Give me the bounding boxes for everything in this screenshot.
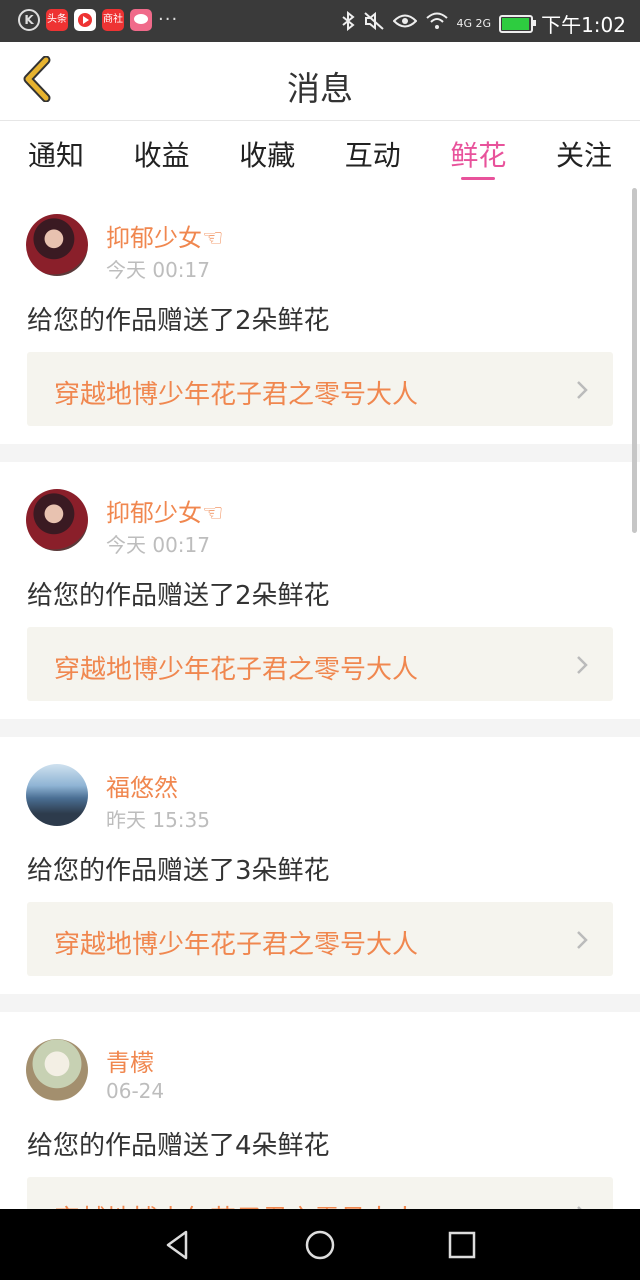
message-text: 给您的作品赠送了2朵鲜花: [27, 581, 330, 611]
message-text: 给您的作品赠送了2朵鲜花: [27, 306, 330, 336]
avatar[interactable]: [26, 764, 88, 826]
status-bar: K 头条 商社 ··· 4G 2G 下午1:02: [0, 0, 640, 42]
home-circle-icon[interactable]: [302, 1227, 338, 1263]
avatar[interactable]: [26, 1039, 88, 1101]
message-time: 06-24: [106, 1079, 165, 1103]
wifi-icon: [425, 12, 449, 35]
more-notifications-icon: ···: [158, 9, 179, 30]
user-name[interactable]: 青檬: [106, 1043, 154, 1078]
avatar[interactable]: [26, 489, 88, 551]
chevron-right-icon: [577, 931, 588, 949]
navigation-bar: [0, 1209, 640, 1280]
message-time: 昨天 15:35: [106, 808, 210, 832]
tab-earnings[interactable]: 收益: [134, 121, 190, 187]
message-time: 今天 00:17: [106, 258, 210, 282]
message-text: 给您的作品赠送了3朵鲜花: [27, 856, 330, 886]
work-title: 穿越地博少年花子君之零号大人: [54, 655, 419, 685]
user-name[interactable]: 福悠然: [106, 768, 178, 803]
tab-interactions[interactable]: 互动: [345, 121, 401, 187]
work-link[interactable]: 穿越地博少年花子君之零号大人: [27, 902, 613, 976]
page-title: 消息: [287, 69, 353, 108]
message-card: 福悠然 昨天 15:35 给您的作品赠送了3朵鲜花 穿越地博少年花子君之零号大人: [0, 737, 640, 994]
status-time: 下午1:02: [541, 13, 626, 37]
message-app-icon: [130, 9, 152, 31]
message-card: 青檬 06-24 给您的作品赠送了4朵鲜花 穿越地博少年花子君之零号大人: [0, 1012, 640, 1209]
tab-bar: 通知 收益 收藏 互动 鲜花 关注: [0, 121, 640, 187]
toutiao-app-icon: 头条: [46, 9, 68, 31]
avatar[interactable]: [26, 214, 88, 276]
recents-square-icon[interactable]: [444, 1227, 480, 1263]
shop-app-icon: 商社: [102, 9, 124, 31]
signal-icon: 4G 2G: [456, 16, 492, 30]
back-triangle-icon[interactable]: [160, 1227, 196, 1263]
tab-favorites[interactable]: 收藏: [239, 121, 295, 187]
user-name[interactable]: 抑郁少女☜: [106, 218, 224, 253]
work-title: 穿越地博少年花子君之零号大人: [54, 1199, 418, 1209]
user-name[interactable]: 抑郁少女☜: [106, 493, 224, 528]
k-circle-icon: K: [18, 9, 40, 31]
work-title: 穿越地博少年花子君之零号大人: [54, 380, 419, 410]
battery-icon: [499, 14, 537, 33]
video-app-icon: [74, 9, 96, 31]
header: 消息: [0, 42, 640, 121]
tab-notifications[interactable]: 通知: [28, 121, 84, 187]
message-card: 抑郁少女☜ 今天 00:17 给您的作品赠送了2朵鲜花 穿越地博少年花子君之零号…: [0, 187, 640, 444]
chevron-right-icon: [577, 656, 588, 674]
tab-following[interactable]: 关注: [556, 121, 612, 187]
work-link[interactable]: 穿越地博少年花子君之零号大人: [27, 627, 613, 701]
chevron-right-icon: [577, 381, 588, 399]
work-link[interactable]: 穿越地博少年花子君之零号大人: [27, 1177, 613, 1209]
message-card: 抑郁少女☜ 今天 00:17 给您的作品赠送了2朵鲜花 穿越地博少年花子君之零号…: [0, 462, 640, 719]
bluetooth-icon: [341, 10, 355, 36]
mute-icon: [363, 11, 385, 36]
message-time: 今天 00:17: [106, 533, 210, 557]
eye-icon: [392, 12, 417, 35]
tab-flowers[interactable]: 鲜花: [450, 121, 506, 187]
work-title: 穿越地博少年花子君之零号大人: [54, 930, 419, 960]
scrollbar[interactable]: [632, 188, 637, 533]
message-list[interactable]: 抑郁少女☜ 今天 00:17 给您的作品赠送了2朵鲜花 穿越地博少年花子君之零号…: [0, 187, 640, 1209]
work-link[interactable]: 穿越地博少年花子君之零号大人: [27, 352, 613, 426]
message-text: 给您的作品赠送了4朵鲜花: [27, 1131, 330, 1161]
